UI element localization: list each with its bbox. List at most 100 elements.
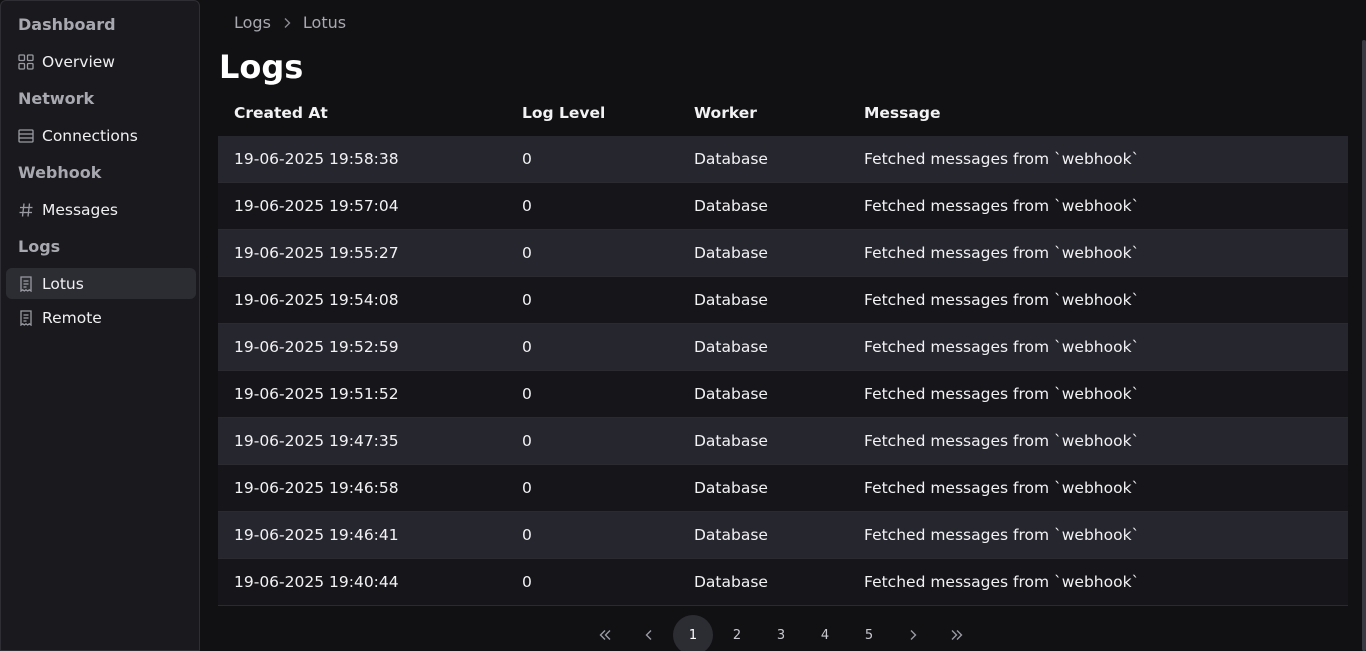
cell-log-level: 0: [522, 150, 532, 168]
sidebar-item-connections[interactable]: Connections: [6, 120, 196, 151]
cell-created-at: 19-06-2025 19:40:44: [234, 573, 399, 591]
sidebar-item-label: Remote: [42, 308, 102, 327]
chevron-left-icon: [643, 629, 655, 641]
page-4-button[interactable]: 4: [805, 615, 845, 651]
table-row[interactable]: 19-06-2025 19:51:52 0 Database Fetched mess…: [218, 371, 1348, 418]
page-number-list: 12345: [673, 615, 893, 651]
sidebar: Dashboard Overview Network Connections W…: [0, 0, 200, 651]
cell-message: Fetched messages from `webhook`: [864, 244, 1140, 262]
cell-created-at: 19-06-2025 19:52:59: [234, 338, 399, 356]
column-header-message: Message: [864, 104, 941, 122]
cell-message: Fetched messages from `webhook`: [864, 197, 1140, 215]
previous-page-button[interactable]: [629, 615, 669, 651]
cell-log-level: 0: [522, 291, 532, 309]
breadcrumb-current: Lotus: [302, 13, 347, 32]
cell-message: Fetched messages from `webhook`: [864, 338, 1140, 356]
table-row[interactable]: 19-06-2025 19:47:35 0 Database Fetched mess…: [218, 418, 1348, 465]
column-header-log-level: Log Level: [522, 104, 606, 122]
cell-log-level: 0: [522, 338, 532, 356]
hash-icon: [17, 201, 35, 219]
server-icon: [17, 127, 35, 145]
breadcrumb-root[interactable]: Logs: [234, 13, 271, 32]
sidebar-heading-logs: Logs: [18, 237, 61, 256]
cell-worker: Database: [694, 197, 768, 215]
last-page-button[interactable]: [937, 615, 977, 651]
sidebar-item-overview[interactable]: Overview: [6, 46, 196, 77]
chevrons-left-icon: [598, 629, 612, 641]
page-3-button[interactable]: 3: [761, 615, 801, 651]
sidebar-heading-network: Network: [18, 89, 95, 108]
breadcrumb: Logs Lotus: [234, 13, 346, 32]
cell-created-at: 19-06-2025 19:46:58: [234, 479, 399, 497]
app-root: Dashboard Overview Network Connections W…: [0, 0, 1366, 651]
cell-message: Fetched messages from `webhook`: [864, 479, 1140, 497]
cell-log-level: 0: [522, 432, 532, 450]
receipt-icon: [17, 275, 35, 293]
cell-worker: Database: [694, 291, 768, 309]
cell-created-at: 19-06-2025 19:58:38: [234, 150, 399, 168]
cell-log-level: 0: [522, 526, 532, 544]
cell-created-at: 19-06-2025 19:47:35: [234, 432, 399, 450]
chevron-right-icon: [907, 629, 919, 641]
main-scrollbar[interactable]: [1362, 40, 1366, 651]
table-row[interactable]: 19-06-2025 19:54:08 0 Database Fetched mess…: [218, 277, 1348, 324]
table-row[interactable]: 19-06-2025 19:58:38 0 Database Fetched mess…: [218, 136, 1348, 183]
next-page-button[interactable]: [893, 615, 933, 651]
main-content: Logs Lotus Logs Created At Log Level Wor…: [200, 0, 1366, 651]
sidebar-heading-webhook: Webhook: [18, 163, 102, 182]
cell-log-level: 0: [522, 197, 532, 215]
cell-worker: Database: [694, 479, 768, 497]
column-header-created-at: Created At: [234, 104, 328, 122]
page-title: Logs: [219, 48, 304, 86]
table-row[interactable]: 19-06-2025 19:46:41 0 Database Fetched mess…: [218, 512, 1348, 559]
sidebar-item-label: Connections: [42, 126, 138, 145]
receipt-icon: [17, 309, 35, 327]
cell-worker: Database: [694, 338, 768, 356]
cell-message: Fetched messages from `webhook`: [864, 150, 1140, 168]
cell-log-level: 0: [522, 479, 532, 497]
sidebar-item-messages[interactable]: Messages: [6, 194, 196, 225]
cell-message: Fetched messages from `webhook`: [864, 291, 1140, 309]
table-row[interactable]: 19-06-2025 19:57:04 0 Database Fetched mess…: [218, 183, 1348, 230]
chevron-right-icon: [281, 17, 293, 29]
page-1-button[interactable]: 1: [673, 615, 713, 651]
cell-message: Fetched messages from `webhook`: [864, 432, 1140, 450]
cell-log-level: 0: [522, 385, 532, 403]
grid-icon: [17, 53, 35, 71]
cell-created-at: 19-06-2025 19:57:04: [234, 197, 399, 215]
first-page-button[interactable]: [585, 615, 625, 651]
table-row[interactable]: 19-06-2025 19:46:58 0 Database Fetched mess…: [218, 465, 1348, 512]
cell-log-level: 0: [522, 573, 532, 591]
cell-message: Fetched messages from `webhook`: [864, 526, 1140, 544]
cell-created-at: 19-06-2025 19:54:08: [234, 291, 399, 309]
sidebar-item-label: Lotus: [42, 274, 84, 293]
table-row[interactable]: 19-06-2025 19:40:44 0 Database Fetched mess…: [218, 559, 1348, 606]
page-2-button[interactable]: 2: [717, 615, 757, 651]
cell-created-at: 19-06-2025 19:55:27: [234, 244, 399, 262]
cell-message: Fetched messages from `webhook`: [864, 573, 1140, 591]
pagination: 12345: [585, 615, 981, 651]
sidebar-item-label: Overview: [42, 52, 115, 71]
cell-worker: Database: [694, 526, 768, 544]
cell-worker: Database: [694, 244, 768, 262]
page-5-button[interactable]: 5: [849, 615, 889, 651]
cell-created-at: 19-06-2025 19:51:52: [234, 385, 399, 403]
table-row[interactable]: 19-06-2025 19:52:59 0 Database Fetched mess…: [218, 324, 1348, 371]
cell-worker: Database: [694, 385, 768, 403]
cell-worker: Database: [694, 573, 768, 591]
cell-worker: Database: [694, 432, 768, 450]
column-header-worker: Worker: [694, 104, 757, 122]
sidebar-heading-dashboard: Dashboard: [18, 15, 116, 34]
sidebar-item-label: Messages: [42, 200, 119, 219]
table-body: 19-06-2025 19:58:38 0 Database Fetched mess…: [218, 136, 1348, 606]
table-header: Created At Log Level Worker Message: [218, 90, 1348, 136]
cell-log-level: 0: [522, 244, 532, 262]
cell-worker: Database: [694, 150, 768, 168]
chevrons-right-icon: [950, 629, 964, 641]
logs-table: Created At Log Level Worker Message 19-0…: [218, 90, 1348, 606]
sidebar-item-lotus[interactable]: Lotus: [6, 268, 196, 299]
cell-message: Fetched messages from `webhook`: [864, 385, 1140, 403]
cell-created-at: 19-06-2025 19:46:41: [234, 526, 399, 544]
table-row[interactable]: 19-06-2025 19:55:27 0 Database Fetched mess…: [218, 230, 1348, 277]
sidebar-item-remote[interactable]: Remote: [6, 302, 196, 333]
